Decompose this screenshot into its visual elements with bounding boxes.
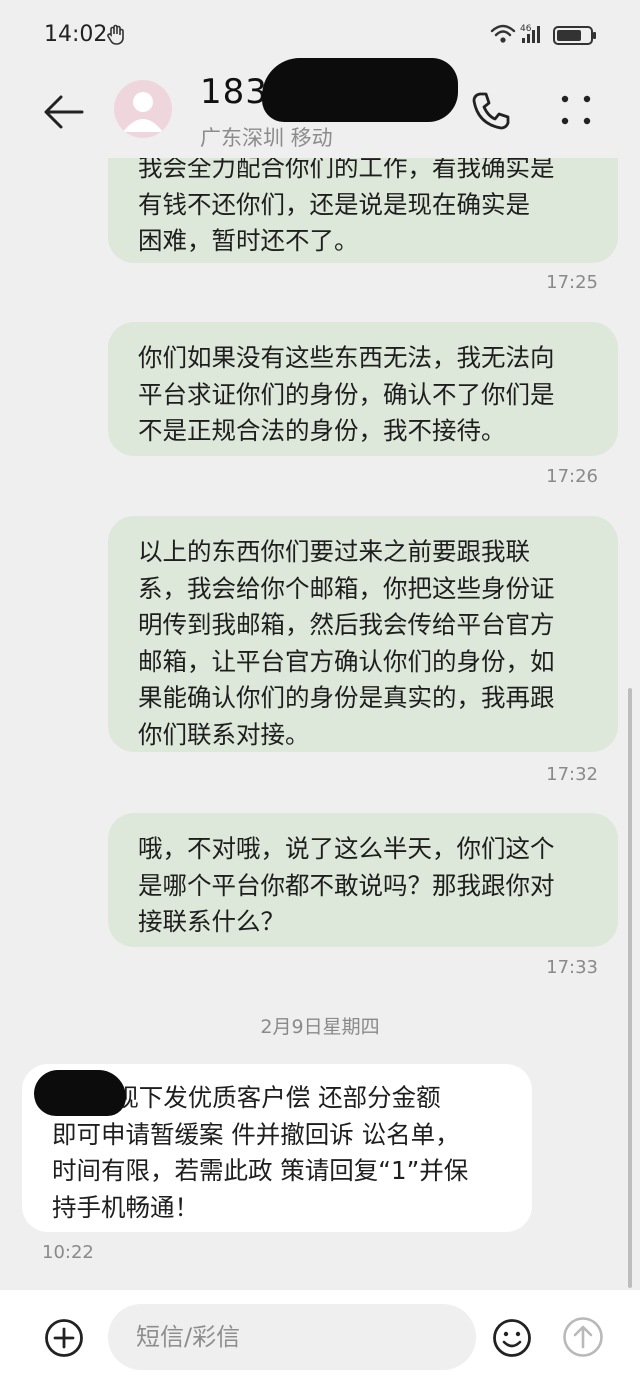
emoji-icon[interactable] <box>492 1318 532 1358</box>
message-text: 哦，不对哦，说了这么半天，你们这个 是哪个平台你都不敢说吗？那我跟你对 接联系什… <box>138 834 555 936</box>
hand-icon <box>107 24 124 45</box>
back-arrow-icon[interactable] <box>42 92 86 132</box>
date-separator: 2月9日星期四 <box>260 1016 380 1038</box>
network-type: 46 <box>520 24 532 34</box>
avatar[interactable] <box>114 80 172 138</box>
status-indicators: 46 <box>490 24 596 45</box>
message-time: 17:33 <box>546 957 598 978</box>
message-time: 17:32 <box>546 764 598 785</box>
redaction-mark <box>262 58 458 122</box>
redaction-mark <box>34 1070 126 1116</box>
person-icon <box>123 92 163 132</box>
message-text: 我会全力配合你们的工作，看我确实是 有钱不还你们，还是说是现在确实是 困难，暂时… <box>138 153 555 255</box>
status-time: 14:02 <box>44 22 108 47</box>
contact-name: 183 <box>200 72 268 112</box>
message-time: 17:26 <box>546 466 598 487</box>
scrollbar[interactable] <box>628 688 632 1288</box>
compose-bar <box>0 1290 640 1387</box>
phone-icon[interactable] <box>470 90 512 132</box>
contact-location: 广东深圳 移动 <box>200 126 333 150</box>
message-input[interactable] <box>108 1304 476 1370</box>
message-time: 17:25 <box>546 272 598 293</box>
message-bubble-3[interactable]: 以上的东西你们要过来之前要跟我联 系，我会给你个邮箱，你把这些身份证 明传到我邮… <box>108 516 618 752</box>
message-text: 你们如果没有这些东西无法，我无法向 平台求证你们的身份，确认不了你们是 不是正规… <box>138 343 555 445</box>
message-time: 10:22 <box>42 1242 94 1263</box>
add-attachment-icon[interactable] <box>44 1318 84 1358</box>
wifi-icon <box>490 24 516 43</box>
send-icon[interactable] <box>562 1316 604 1358</box>
message-bubble-2[interactable]: 你们如果没有这些东西无法，我无法向 平台求证你们的身份，确认不了你们是 不是正规… <box>108 322 618 456</box>
message-text: 以上的东西你们要过来之前要跟我联 系，我会给你个邮箱，你把这些身份证 明传到我邮… <box>138 537 555 749</box>
more-options-icon[interactable] <box>560 94 592 126</box>
battery-icon <box>553 26 596 45</box>
message-list[interactable]: 我会全力配合你们的工作，看我确实是 有钱不还你们，还是说是现在确实是 困难，暂时… <box>0 0 640 1290</box>
conversation-header: 183 广东深圳 移动 <box>0 58 640 158</box>
message-bubble-4[interactable]: 哦，不对哦，说了这么半天，你们这个 是哪个平台你都不敢说吗？那我跟你对 接联系什… <box>108 813 618 947</box>
